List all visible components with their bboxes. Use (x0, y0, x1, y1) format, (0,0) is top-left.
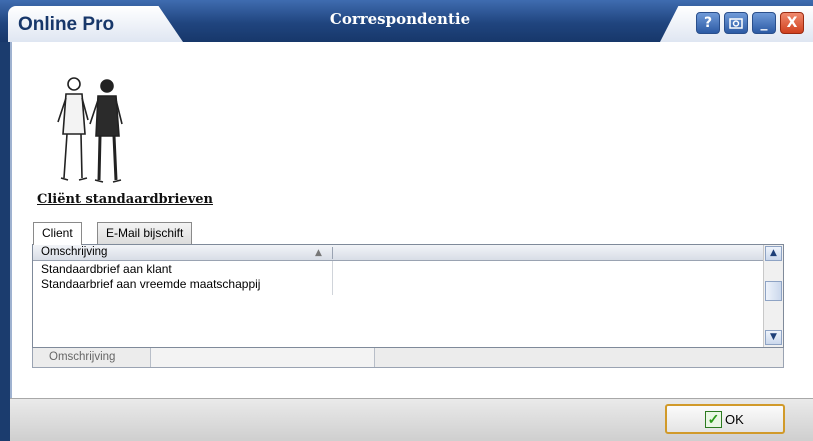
sort-ascending-icon[interactable]: ▲ (315, 248, 322, 258)
correspondence-window: Online Pro Correspondentie ? _ X Cliënt … (0, 0, 813, 441)
grid-filter-row: Omschrijving (32, 348, 784, 368)
two-people-illustration-icon (57, 77, 123, 183)
ok-button[interactable]: ✓ OK (665, 404, 785, 434)
tab-email-bijschift[interactable]: E-Mail bijschift (97, 222, 193, 244)
camera-icon (729, 18, 743, 29)
scroll-up-icon[interactable]: ▲ (765, 246, 782, 261)
scroll-down-icon[interactable]: ▼ (765, 330, 782, 345)
tab-client[interactable]: Client (33, 222, 82, 245)
content-area: Cliënt standaardbrieven Client E-Mail bi… (10, 42, 813, 398)
letters-grid: Omschrijving ▲ Standaardbrief aan klant … (32, 244, 784, 348)
footer-spacer (375, 348, 783, 367)
ok-button-label: OK (725, 412, 744, 427)
column-divider[interactable] (332, 247, 333, 259)
vertical-scrollbar[interactable]: ▲ ▼ (763, 245, 783, 347)
section-heading: Cliënt standaardbrieven (37, 192, 213, 207)
column-line (332, 261, 333, 295)
filter-input[interactable] (151, 348, 375, 367)
screenshot-icon[interactable] (724, 12, 748, 34)
close-button[interactable]: X (780, 12, 804, 34)
grid-header: Omschrijving ▲ (33, 245, 763, 261)
minimize-button[interactable]: _ (752, 12, 776, 34)
title-bar: Online Pro Correspondentie ? _ X (0, 0, 813, 42)
footer-label: Omschrijving (33, 348, 151, 367)
app-title: Online Pro (18, 14, 115, 35)
checkmark-icon: ✓ (705, 411, 722, 428)
window-title: Correspondentie (329, 10, 471, 28)
column-header-omschrijving[interactable]: Omschrijving (41, 246, 107, 258)
table-row[interactable]: Standaarbrief aan vreemde maatschappij (41, 277, 260, 291)
table-row[interactable]: Standaardbrief aan klant (41, 262, 172, 276)
help-icon[interactable]: ? (696, 12, 720, 34)
scrollbar-thumb[interactable] (765, 281, 782, 301)
button-bar: ✓ OK (10, 398, 813, 441)
